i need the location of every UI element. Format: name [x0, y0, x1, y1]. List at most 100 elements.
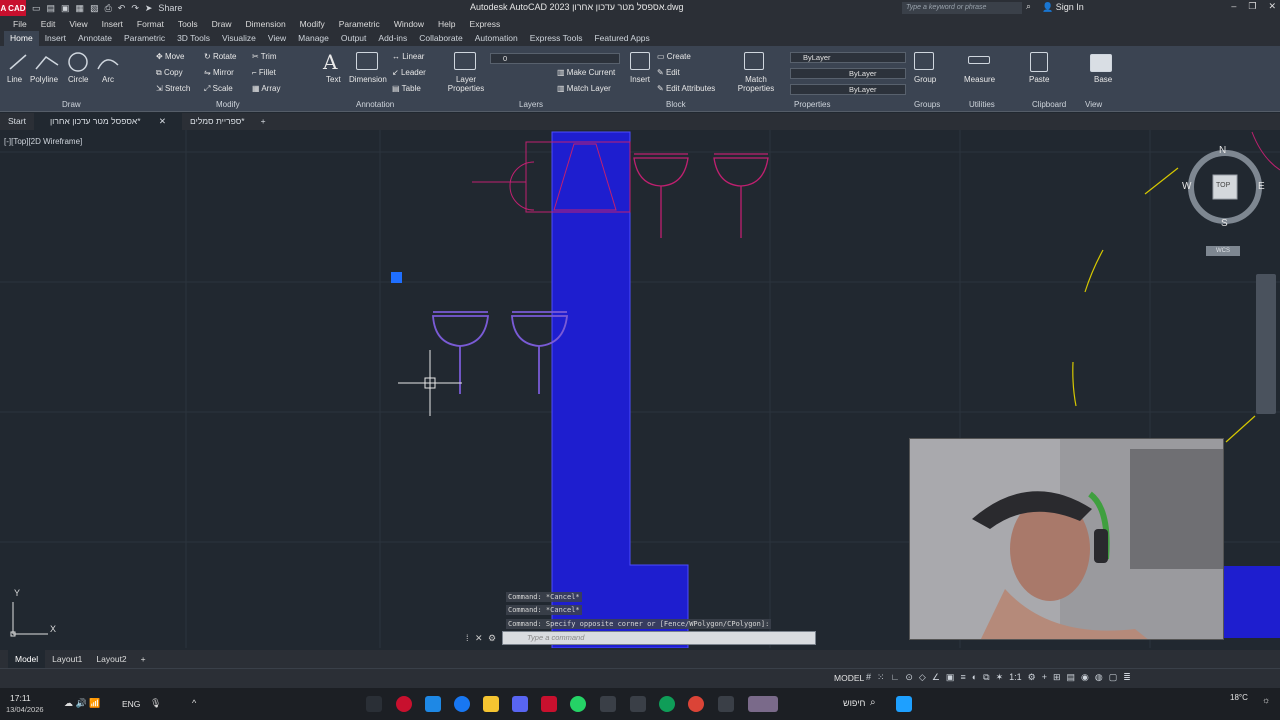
match-layer-button[interactable]: ▥ Match Layer — [557, 84, 611, 93]
store-icon[interactable] — [425, 696, 441, 712]
tab-symbol-library[interactable]: ספריית סמלים* — [182, 113, 253, 130]
menu-draw[interactable]: Draw — [205, 19, 239, 29]
clock-date[interactable]: 13/04/2026 — [6, 705, 44, 714]
compass-south[interactable]: S — [1221, 218, 1228, 229]
open-icon[interactable]: ▤ — [47, 3, 56, 14]
tab-parametric[interactable]: Parametric — [118, 31, 171, 46]
leader-button[interactable]: ↙ Leader — [392, 68, 426, 77]
snap-icon[interactable]: ⁙ — [877, 672, 885, 683]
menu-edit[interactable]: Edit — [34, 19, 63, 29]
base-view-button[interactable]: Base — [1094, 75, 1112, 84]
compass-east[interactable]: E — [1258, 181, 1265, 192]
properties-panel-label[interactable]: Properties — [794, 100, 830, 109]
base-view-icon[interactable] — [1090, 54, 1112, 72]
compass-north[interactable]: N — [1219, 145, 1226, 156]
tab-express-tools[interactable]: Express Tools — [524, 31, 589, 46]
selection-grip[interactable] — [391, 272, 402, 283]
customization-icon[interactable]: ≣ — [1123, 672, 1131, 683]
ortho-icon[interactable]: ∟ — [891, 672, 900, 683]
new-tab-icon[interactable]: + — [253, 113, 274, 130]
new-icon[interactable]: ▭ — [32, 3, 41, 14]
mirror-button[interactable]: ⇋ Mirror — [204, 68, 234, 77]
clipboard-panel-label[interactable]: Clipboard — [1032, 100, 1066, 109]
measure-icon[interactable] — [968, 56, 990, 64]
polar-icon[interactable]: ⊙ — [905, 672, 913, 683]
search-icon[interactable]: ⌕ — [1026, 1, 1031, 12]
scale-value[interactable]: 1:1 — [1009, 672, 1022, 683]
wall-hatch-right[interactable] — [1224, 566, 1280, 638]
menu-window[interactable]: Window — [387, 19, 431, 29]
insert-block-button[interactable]: Insert — [630, 75, 650, 84]
chrome-icon[interactable] — [688, 696, 704, 712]
tab-home[interactable]: Home — [4, 31, 39, 46]
circle-button[interactable]: Circle — [68, 75, 88, 84]
tab-layout2[interactable]: Layout2 — [89, 650, 133, 668]
menu-view[interactable]: View — [62, 19, 94, 29]
undo-icon[interactable]: ↶ — [118, 3, 126, 14]
layer-dropdown[interactable]: 0 — [490, 53, 620, 64]
tab-visualize[interactable]: Visualize — [216, 31, 262, 46]
weather-temp[interactable]: 18°C — [1230, 693, 1248, 702]
draw-panel-label[interactable]: Draw — [62, 100, 81, 109]
move-button[interactable]: ✥ Move — [156, 52, 185, 61]
isodraft-icon[interactable]: ◇ — [919, 672, 926, 683]
menu-modify[interactable]: Modify — [293, 19, 332, 29]
tab-insert[interactable]: Insert — [39, 31, 72, 46]
group-icon[interactable] — [914, 52, 934, 70]
calculator-icon[interactable] — [600, 696, 616, 712]
sign-in-button[interactable]: 👤 Sign In — [1042, 2, 1084, 13]
annotation-panel-label[interactable]: Annotation — [356, 100, 394, 109]
keyword-search-input[interactable]: Type a keyword or phrase — [902, 2, 1022, 14]
discord-icon[interactable] — [512, 696, 528, 712]
widgets-icon[interactable] — [748, 696, 778, 712]
selection-cycling-icon[interactable]: ⧉ — [983, 672, 989, 683]
autocad-logo[interactable]: A CAD — [0, 0, 26, 16]
viewcube-top-label[interactable]: TOP — [1216, 182, 1230, 189]
facebook-icon[interactable] — [454, 696, 470, 712]
insert-block-icon[interactable] — [630, 52, 650, 70]
menu-help[interactable]: Help — [431, 19, 462, 29]
text-icon[interactable]: A — [323, 50, 337, 74]
polyline-button[interactable]: Polyline — [30, 75, 58, 84]
hardware-acceleration-icon[interactable]: ◉ — [1081, 672, 1089, 683]
autocad-taskbar-icon[interactable] — [541, 696, 557, 712]
weather-icon[interactable]: ☼ — [1262, 695, 1270, 705]
scale-button[interactable]: ⤢ Scale — [204, 84, 233, 94]
record-app-icon[interactable] — [396, 696, 412, 712]
web-mobile-icon[interactable]: ▧ — [90, 3, 99, 14]
trim-button[interactable]: ✂ Trim — [252, 52, 276, 61]
restore-icon[interactable]: ❐ — [1248, 1, 1256, 12]
command-line-grip-icon[interactable]: ⁞ — [466, 633, 469, 643]
color-dropdown[interactable]: ByLayer — [790, 52, 906, 63]
paste-button[interactable]: Paste — [1029, 75, 1049, 84]
object-snap-icon[interactable]: ▣ — [946, 672, 955, 683]
arc-button[interactable]: Arc — [102, 75, 114, 84]
tab-add-ins[interactable]: Add-ins — [372, 31, 413, 46]
line-button[interactable]: Line — [7, 75, 22, 84]
linear-button[interactable]: ↔ Linear — [392, 52, 424, 61]
tab-manage[interactable]: Manage — [292, 31, 335, 46]
clean-screen-icon[interactable]: ▢ — [1109, 672, 1118, 683]
grid-icon[interactable]: # — [866, 672, 871, 683]
clock-time[interactable]: 17:11 — [10, 693, 31, 703]
menu-insert[interactable]: Insert — [95, 19, 130, 29]
layer-properties-button[interactable]: Layer Properties — [446, 75, 486, 93]
close-tab-icon[interactable]: ✕ — [151, 116, 174, 126]
lineweight-dropdown[interactable]: ByLayer — [790, 84, 906, 95]
menu-express[interactable]: Express — [463, 19, 508, 29]
view-panel-label[interactable]: View — [1085, 100, 1102, 109]
dimension-button[interactable]: Dimension — [349, 75, 387, 84]
transparency-icon[interactable]: ◐ — [972, 672, 977, 683]
command-input[interactable]: Type a command — [502, 631, 816, 645]
edit-attributes-button[interactable]: ✎ Edit Attributes — [657, 84, 715, 93]
close-icon[interactable]: ✕ — [1268, 1, 1276, 12]
navigation-bar[interactable] — [1256, 274, 1276, 414]
isolate-objects-icon[interactable]: ◍ — [1095, 672, 1103, 683]
units-icon[interactable]: ⊞ — [1053, 672, 1061, 683]
photos-icon[interactable] — [630, 696, 646, 712]
layers-panel-label[interactable]: Layers — [519, 100, 543, 109]
linetype-dropdown[interactable]: ByLayer — [790, 68, 906, 79]
tab-current-drawing[interactable]: אספסל מטר עדכון אחרון* ✕ — [33, 113, 183, 130]
viewport-controls[interactable]: [-][Top][2D Wireframe] — [4, 137, 82, 146]
minimize-icon[interactable]: – — [1231, 1, 1236, 12]
